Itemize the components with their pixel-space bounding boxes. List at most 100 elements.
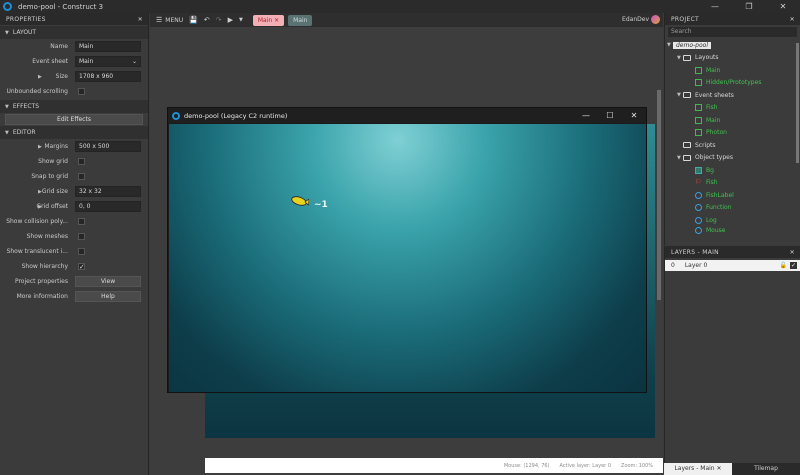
grid-size-input[interactable]: 32 x 32 (75, 186, 141, 197)
tree-item-object[interactable]: Mouse (665, 227, 800, 235)
mouse-position: Mouse: (1294, 76) (503, 462, 550, 469)
tree-folder-event-sheets[interactable]: ▼ Event sheets (665, 89, 800, 102)
show-meshes-checkbox[interactable] (78, 233, 85, 240)
tree-folder-scripts[interactable]: Scripts (665, 139, 800, 152)
prop-row-grid-size: ▶ Grid size 32 x 32 (0, 184, 148, 199)
tree-item-label: Main (706, 66, 721, 74)
tree-item-label: Main (706, 116, 721, 124)
folder-icon (683, 142, 691, 149)
minimize-button[interactable]: — (698, 0, 732, 13)
tab-close-icon[interactable]: ✕ (717, 465, 722, 472)
vertical-scrollbar[interactable] (657, 90, 661, 300)
prop-row-more-info: More information Help (0, 289, 148, 304)
zoom-status: Zoom: 100% (621, 462, 653, 469)
avatar[interactable] (651, 15, 660, 24)
menu-button[interactable]: MENU (165, 17, 183, 24)
section-layout[interactable]: ▼ LAYOUT (0, 26, 148, 39)
tree-item-label: Fish (706, 104, 718, 112)
grid-offset-input[interactable]: 0, 0 (75, 201, 141, 212)
preview-title: demo-pool (Legacy C2 runtime) (184, 111, 288, 120)
maximize-button[interactable]: ❐ (732, 0, 766, 13)
prop-label: Show hierarchy (21, 263, 68, 270)
user-name[interactable]: EdanDev (622, 16, 649, 23)
section-effects[interactable]: ▼ EFFECTS (0, 100, 148, 113)
construct-logo-icon (172, 111, 180, 120)
show-hierarchy-checkbox[interactable]: ✓ (78, 263, 85, 271)
tree-item-label: Log (706, 216, 717, 224)
prop-label: Show translucent i... (6, 248, 68, 255)
close-button[interactable]: ✕ (766, 0, 800, 13)
preview-dropdown-icon[interactable]: ▼ (239, 17, 243, 23)
tab-label: Layers - Main (674, 465, 715, 472)
unbounded-scrolling-checkbox[interactable] (78, 88, 85, 95)
show-collision-checkbox[interactable] (78, 218, 85, 225)
preview-titlebar[interactable]: demo-pool (Legacy C2 runtime) — ☐ ✕ (168, 108, 646, 123)
show-grid-checkbox[interactable] (78, 158, 85, 165)
project-close-icon[interactable]: ✕ (790, 16, 795, 23)
tree-item-object[interactable]: ⚐ Fish (665, 177, 800, 190)
prop-row-show-meshes: Show meshes (0, 229, 148, 244)
help-button[interactable]: Help (75, 291, 141, 302)
event-sheet-select[interactable]: Main ⌄ (75, 56, 141, 67)
layers-close-icon[interactable]: ✕ (790, 249, 795, 256)
tree-item-layout[interactable]: Hidden/Prototypes (665, 77, 800, 90)
tree-folder-layouts[interactable]: ▼ Layouts (665, 52, 800, 65)
tab-main-events[interactable]: Main (288, 14, 313, 26)
text-object-icon (695, 191, 702, 199)
snap-to-grid-checkbox[interactable] (78, 173, 85, 180)
section-editor[interactable]: ▼ EDITOR (0, 126, 148, 139)
folder-label: Layouts (695, 54, 719, 62)
section-editor-label: EDITOR (12, 129, 36, 136)
folder-icon (683, 92, 691, 99)
event-sheet-icon (695, 104, 702, 112)
tab-main-layout[interactable]: Main ✕ (252, 14, 285, 26)
preview-play-icon[interactable]: ▶ (228, 16, 233, 24)
properties-close-icon[interactable]: ✕ (138, 16, 143, 23)
tab-layers-main[interactable]: Layers - Main ✕ (664, 463, 732, 475)
preview-minimize-button[interactable]: — (574, 108, 598, 123)
project-tree: ▼ demo-pool ▼ Layouts Main Hidden/Protot… (665, 39, 800, 235)
edit-effects-button[interactable]: Edit Effects (5, 114, 143, 125)
window-titlebar: demo-pool - Construct 3 — ❐ ✕ (0, 0, 800, 13)
window-title: demo-pool - Construct 3 (18, 2, 104, 11)
hamburger-menu-icon[interactable]: ☰ (156, 16, 162, 24)
game-canvas[interactable]: ~1 (169, 124, 646, 392)
view-project-properties-button[interactable]: View (75, 276, 141, 287)
expand-arrow-icon[interactable]: ▶ (38, 144, 42, 150)
prop-label: Show meshes (26, 233, 68, 240)
tree-item-object[interactable]: Bg (665, 164, 800, 177)
tree-item-event-sheet[interactable]: Fish (665, 102, 800, 115)
preview-maximize-button[interactable]: ☐ (598, 108, 622, 123)
tree-item-event-sheet[interactable]: Main (665, 114, 800, 127)
save-icon[interactable]: 💾 (189, 16, 198, 24)
tree-item-object[interactable]: Function (665, 202, 800, 215)
layout-size-input[interactable]: 1708 x 960 (75, 71, 141, 82)
redo-icon[interactable]: ↷ (216, 16, 222, 24)
expand-arrow-icon[interactable]: ▶ (38, 189, 42, 195)
prop-row-grid-offset: ▶ Grid offset 0, 0 (0, 199, 148, 214)
tree-folder-object-types[interactable]: ▼ Object types (665, 152, 800, 165)
layout-name-input[interactable]: Main (75, 41, 141, 52)
project-search-input[interactable]: Search (668, 27, 797, 37)
show-translucent-checkbox[interactable] (78, 248, 85, 255)
prop-label: Name (50, 43, 68, 50)
undo-icon[interactable]: ↶ (204, 16, 210, 24)
tree-item-object[interactable]: FishLabel (665, 189, 800, 202)
tree-item-object[interactable]: Log (665, 214, 800, 227)
lock-icon[interactable]: 🔓 (780, 262, 787, 269)
visibility-checkbox[interactable]: ✓ (790, 262, 797, 269)
expand-arrow-icon[interactable]: ▶ (38, 74, 42, 80)
fish-sprite[interactable] (291, 196, 309, 206)
tree-root[interactable]: ▼ demo-pool (665, 39, 800, 52)
properties-panel: PROPERTIES ✕ ▼ LAYOUT Name Main Event sh… (0, 13, 149, 475)
tab-tilemap[interactable]: Tilemap (732, 463, 800, 475)
tab-close-icon[interactable]: ✕ (274, 17, 279, 24)
project-scrollbar[interactable] (796, 43, 799, 163)
expand-arrow-icon[interactable]: ▶ (38, 204, 42, 210)
margins-input[interactable]: 500 x 500 (75, 141, 141, 152)
tree-item-event-sheet[interactable]: Photon (665, 127, 800, 140)
preview-close-button[interactable]: ✕ (622, 108, 646, 123)
tree-item-layout[interactable]: Main (665, 64, 800, 77)
prop-row-size: ▶ Size 1708 x 960 (0, 69, 148, 84)
layer-row[interactable]: 0 Layer 0 🔓 ✓ (665, 260, 800, 271)
